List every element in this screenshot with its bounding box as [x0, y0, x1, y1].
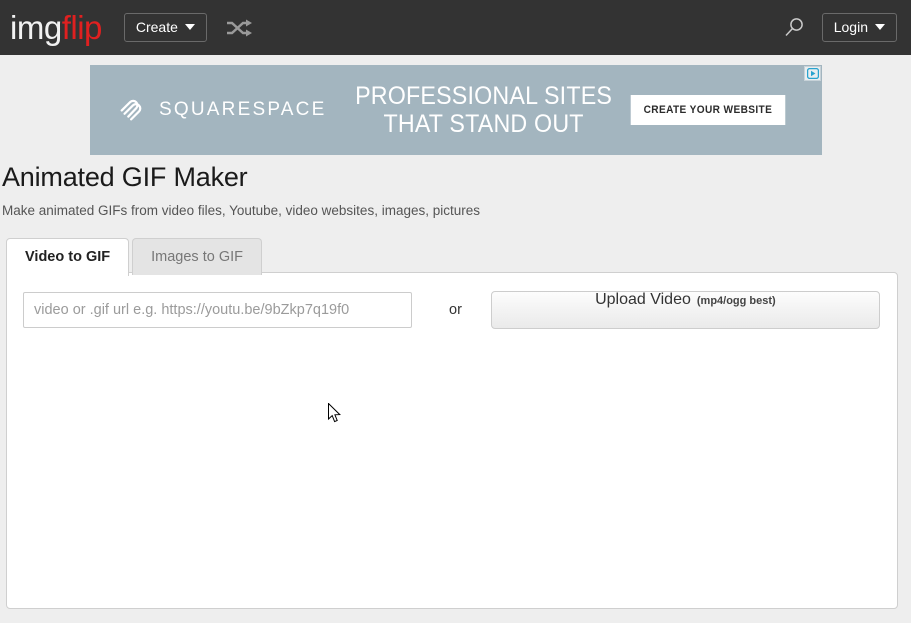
ad-cta-button[interactable]: CREATE YOUR WEBSITE — [630, 95, 786, 125]
squarespace-logo-icon — [120, 99, 142, 121]
page-subtitle: Make animated GIFs from video files, You… — [2, 203, 480, 218]
login-button[interactable]: Login — [821, 13, 897, 42]
chevron-down-icon — [184, 24, 195, 30]
squarespace-brand-name: SQUARESPACE — [159, 99, 327, 120]
adchoices-icon[interactable] — [804, 66, 821, 81]
ad-headline-line-1: PROFESSIONAL SITES — [355, 82, 613, 110]
logo-text-img: img — [10, 9, 62, 46]
imgflip-logo[interactable]: img flip — [10, 11, 102, 44]
advertisement-banner[interactable]: SQUARESPACE PROFESSIONAL SITES THAT STAN… — [90, 65, 822, 155]
video-url-input[interactable] — [23, 292, 412, 328]
gif-maker-panel: or Upload Video (mp4/ogg best) — [6, 272, 898, 609]
upload-row: or Upload Video (mp4/ogg best) — [7, 273, 897, 329]
upload-video-label: Upload Video — [595, 291, 691, 308]
search-icon[interactable] — [782, 16, 806, 40]
tab-images-to-gif[interactable]: Images to GIF — [132, 238, 262, 276]
create-button[interactable]: Create — [123, 13, 207, 42]
create-button-label: Create — [135, 19, 178, 35]
tab-video-to-gif[interactable]: Video to GIF — [6, 238, 130, 278]
ad-headline: PROFESSIONAL SITES THAT STAND OUT — [353, 82, 614, 138]
shuffle-icon[interactable] — [225, 17, 253, 39]
chevron-down-icon — [875, 24, 885, 30]
squarespace-brand-group: SQUARESPACE — [118, 95, 343, 125]
or-separator-label: or — [449, 302, 462, 318]
page-title: Animated GIF Maker — [2, 162, 248, 192]
login-button-label: Login — [833, 19, 868, 35]
header-right-group: Login — [782, 13, 897, 42]
tab-bar: Video to GIF Images to GIF — [6, 238, 262, 278]
ad-headline-line-2: THAT STAND OUT — [383, 110, 584, 138]
site-header: img flip Create Login — [0, 0, 911, 55]
logo-text-flip: flip — [61, 9, 103, 46]
upload-video-button[interactable]: Upload Video (mp4/ogg best) — [490, 291, 880, 329]
ad-content: SQUARESPACE PROFESSIONAL SITES THAT STAN… — [90, 65, 822, 155]
upload-video-hint: (mp4/ogg best) — [696, 295, 776, 307]
